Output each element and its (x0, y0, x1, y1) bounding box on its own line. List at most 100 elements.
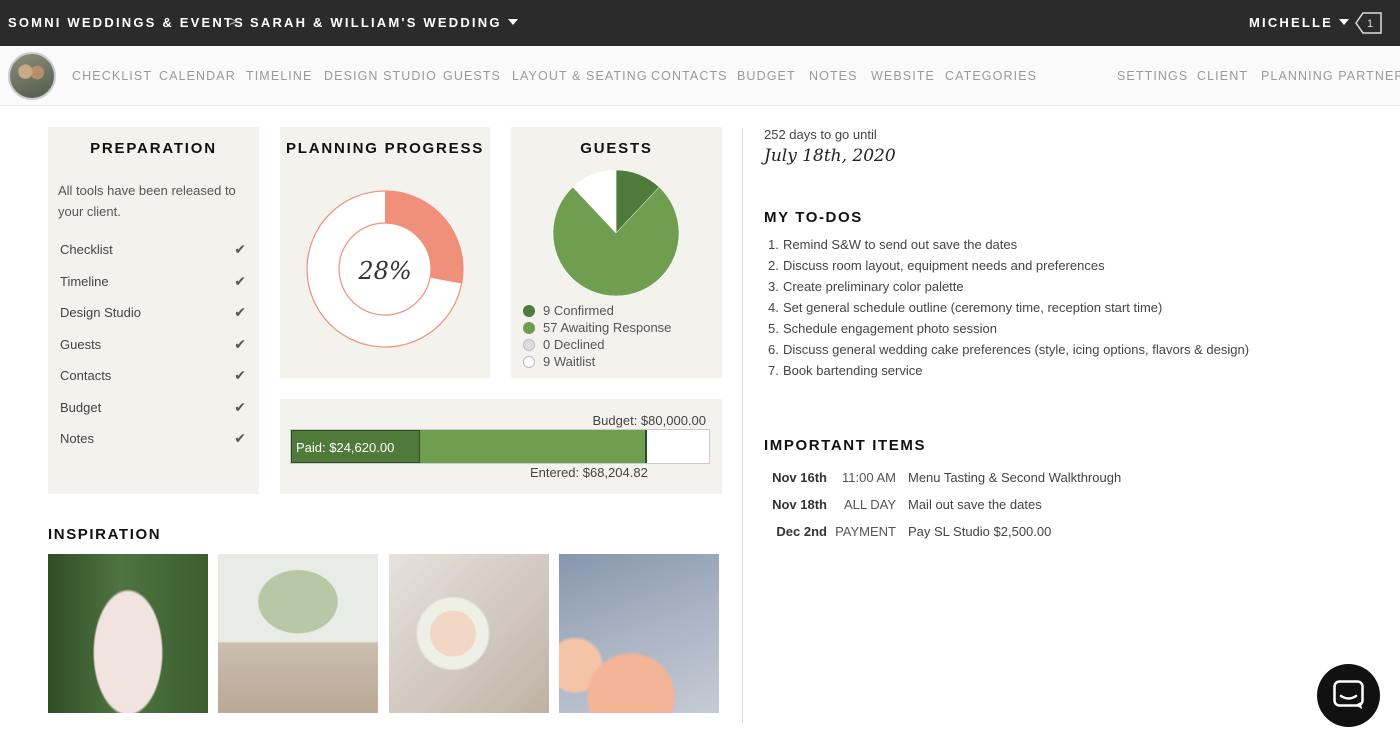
inspiration-image-table[interactable] (559, 554, 719, 713)
prep-item-checklist[interactable]: Checklist ✔ (60, 241, 246, 257)
todo-number: 3. (768, 279, 779, 294)
preparation-title: PREPARATION (90, 140, 217, 157)
legend-label: 0 Declined (543, 337, 605, 352)
important-item-time: PAYMENT (835, 524, 896, 539)
todo-item[interactable]: 3. Create preliminary color palette (768, 279, 964, 294)
prep-item-contacts[interactable]: Contacts ✔ (60, 367, 246, 383)
top-bar: SOMNI WEDDINGS & EVENTS > SARAH & WILLIA… (0, 0, 1400, 46)
nav-budget[interactable]: BUDGET (737, 69, 796, 83)
todo-number: 2. (768, 258, 779, 273)
inspiration-image-arch[interactable] (218, 554, 378, 713)
nav-contacts[interactable]: CONTACTS (651, 69, 728, 83)
todo-item[interactable]: 6. Discuss general wedding cake preferenc… (768, 342, 1249, 357)
legend-dot-icon (523, 339, 535, 351)
nav-checklist[interactable]: CHECKLIST (72, 69, 152, 83)
legend-declined: 0 Declined (523, 337, 605, 352)
prep-item-budget[interactable]: Budget ✔ (60, 399, 246, 415)
planning-progress-title: PLANNING PROGRESS (285, 140, 485, 157)
todo-text: Schedule engagement photo session (783, 321, 997, 336)
important-item-date: Dec 2nd (776, 524, 827, 539)
prep-item-notes[interactable]: Notes ✔ (60, 430, 246, 446)
nav-categories[interactable]: CATEGORIES (945, 69, 1037, 83)
check-icon: ✔ (234, 399, 246, 415)
todo-item[interactable]: 1. Remind S&W to send out save the dates (768, 237, 1017, 252)
todo-text: Discuss room layout, equipment needs and… (783, 258, 1105, 273)
nav-client[interactable]: CLIENT (1197, 69, 1248, 83)
user-menu[interactable]: MICHELLE (1249, 15, 1350, 30)
nav-layout-seating[interactable]: LAYOUT & SEATING (512, 69, 648, 83)
budget-entered-label: Entered: $68,204.82 (530, 465, 648, 480)
todo-number: 7. (768, 363, 779, 378)
important-item-desc[interactable]: Mail out save the dates (908, 497, 1042, 512)
planning-progress-card: PLANNING PROGRESS 28% (280, 127, 490, 378)
prep-item-label: Checklist (60, 242, 113, 257)
nav-design-studio[interactable]: DESIGN STUDIO (324, 69, 437, 83)
check-icon: ✔ (234, 367, 246, 383)
preparation-card: PREPARATION All tools have been released… (48, 127, 259, 494)
nav-guests[interactable]: GUESTS (443, 69, 501, 83)
nav-website[interactable]: WEBSITE (871, 69, 935, 83)
check-icon: ✔ (234, 273, 246, 289)
guests-title: GUESTS (580, 140, 653, 157)
todo-number: 1. (768, 237, 779, 252)
nav-planning-partners[interactable]: PLANNING PARTNERS (1261, 69, 1400, 83)
todo-text: Remind S&W to send out save the dates (783, 237, 1018, 252)
legend-awaiting: 57 Awaiting Response (523, 320, 671, 335)
event-selector[interactable]: SARAH & WILLIAM'S WEDDING (250, 15, 518, 30)
todo-text: Discuss general wedding cake preferences… (783, 342, 1250, 357)
todo-item[interactable]: 7. Book bartending service (768, 363, 922, 378)
important-item-desc[interactable]: Pay SL Studio $2,500.00 (908, 524, 1051, 539)
nav-notes[interactable]: NOTES (809, 69, 858, 83)
progress-donut: 28% (306, 190, 464, 348)
important-item-desc[interactable]: Menu Tasting & Second Walkthrough (908, 470, 1121, 485)
budget-bar-track: Paid: $24,620.00 (290, 429, 710, 464)
prep-item-label: Guests (60, 337, 102, 352)
prep-item-design-studio[interactable]: Design Studio ✔ (60, 304, 246, 320)
prep-item-label: Design Studio (60, 305, 141, 320)
notification-count: 1 (1367, 18, 1373, 30)
legend-dot-icon (523, 322, 535, 334)
todo-text: Create preliminary color palette (783, 279, 964, 294)
company-name-link[interactable]: SOMNI WEDDINGS & EVENTS (8, 15, 245, 30)
legend-dot-icon (523, 305, 535, 317)
nav-bar: CHECKLIST CALENDAR TIMELINE DESIGN STUDI… (0, 46, 1400, 106)
chevron-down-icon (507, 19, 518, 25)
important-item-time: 11:00 AM (842, 470, 896, 485)
todo-number: 4. (768, 300, 779, 315)
legend-dot-icon (523, 356, 535, 368)
todos-title: MY TO-DOS (764, 209, 863, 226)
todo-text: Set general schedule outline (ceremony t… (783, 300, 1163, 315)
todo-item[interactable]: 4. Set general schedule outline (ceremony… (768, 300, 1162, 315)
countdown-days: 252 days to go until (764, 127, 877, 142)
check-icon: ✔ (234, 336, 246, 352)
todo-item[interactable]: 5. Schedule engagement photo session (768, 321, 997, 336)
prep-item-label: Budget (60, 400, 102, 415)
check-icon: ✔ (234, 304, 246, 320)
nav-settings[interactable]: SETTINGS (1117, 69, 1188, 83)
avatar[interactable] (8, 52, 56, 100)
inspiration-image-bouquet[interactable] (389, 554, 549, 713)
user-name: MICHELLE (1249, 15, 1334, 30)
todo-number: 5. (768, 321, 779, 336)
nav-timeline[interactable]: TIMELINE (246, 69, 312, 83)
progress-percent-label: 28% (357, 257, 411, 285)
chat-button[interactable] (1317, 664, 1380, 727)
notification-flag-icon[interactable]: 1 (1354, 11, 1382, 35)
legend-waitlist: 9 Waitlist (523, 354, 596, 369)
check-icon: ✔ (234, 430, 246, 446)
chevron-down-icon (1339, 19, 1350, 25)
breadcrumb-separator-icon: > (229, 13, 238, 29)
nav-calendar[interactable]: CALENDAR (159, 69, 236, 83)
todo-item[interactable]: 2. Discuss room layout, equipment needs a… (768, 258, 1105, 273)
preparation-description: All tools have been released to your cli… (58, 183, 236, 219)
budget-paid-label: Paid: $24,620.00 (296, 440, 395, 455)
prep-item-guests[interactable]: Guests ✔ (60, 336, 246, 352)
budget-card[interactable]: Budget: $80,000.00 Paid: $24,620.00 Ente… (280, 399, 722, 494)
prep-item-timeline[interactable]: Timeline ✔ (60, 273, 246, 289)
legend-label: 9 Confirmed (543, 303, 614, 318)
inspiration-image-cake[interactable] (48, 554, 208, 713)
chat-icon (1333, 680, 1364, 709)
budget-total-label: Budget: $80,000.00 (592, 413, 707, 428)
legend-label: 9 Waitlist (543, 354, 596, 369)
event-name: SARAH & WILLIAM'S WEDDING (250, 15, 502, 30)
